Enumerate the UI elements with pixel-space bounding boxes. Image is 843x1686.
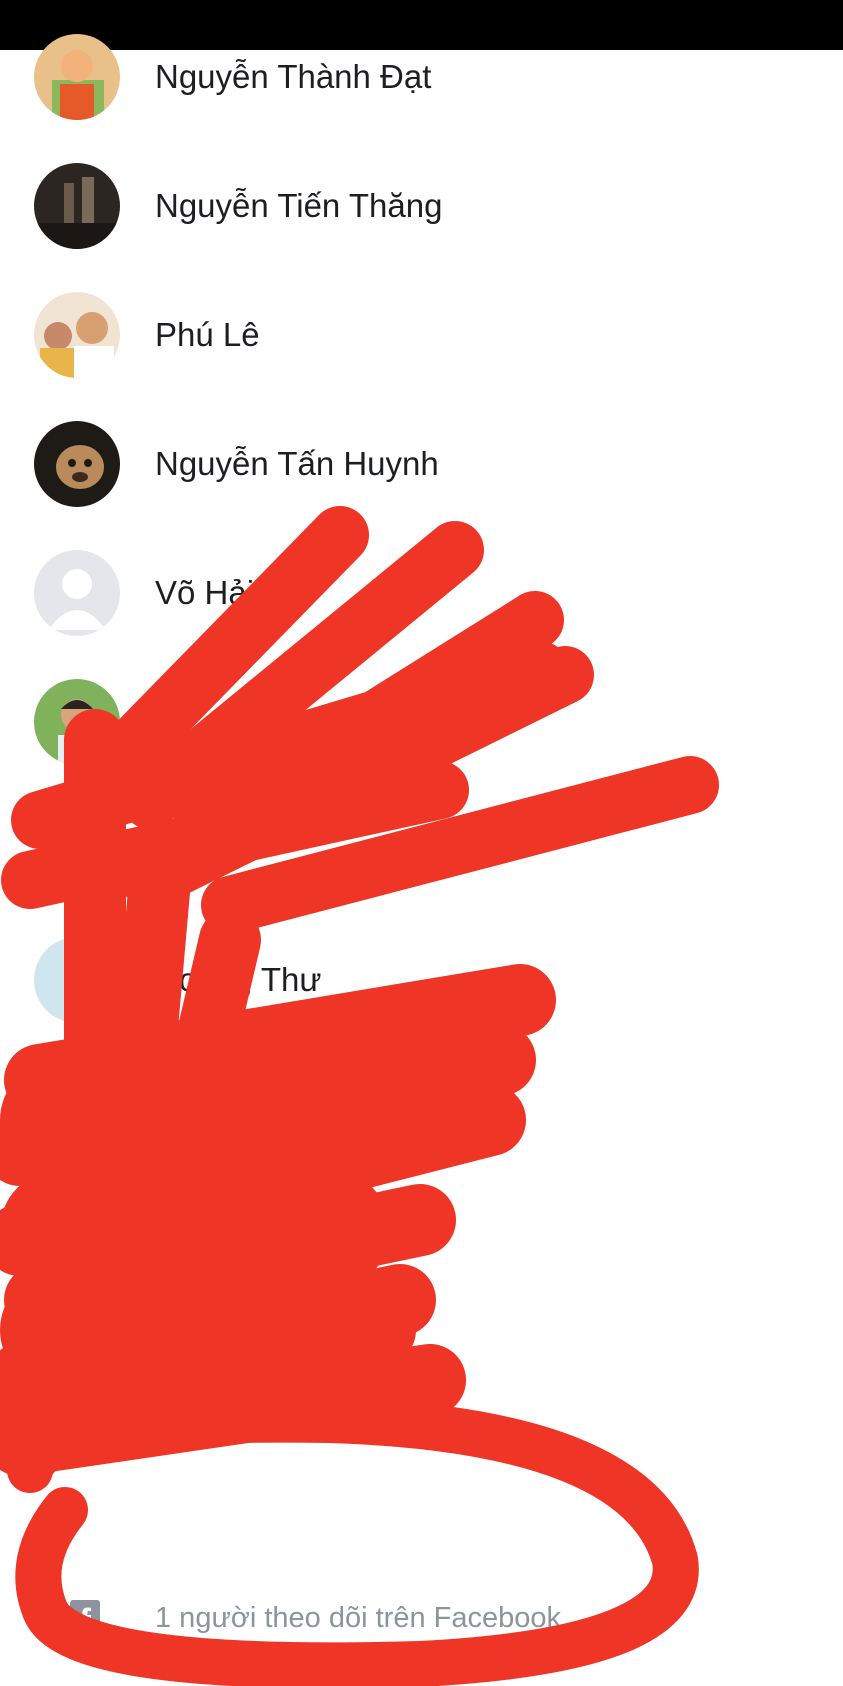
friend-name[interactable]: Võ Hải bbox=[155, 574, 254, 612]
list-item[interactable]: Nguyễn Tiến Thăng bbox=[0, 141, 843, 270]
avatar bbox=[34, 420, 120, 507]
friend-name[interactable]: Nguyễn Tiến Thăng bbox=[155, 187, 442, 225]
list-item[interactable]: Phú Lê bbox=[0, 270, 843, 399]
list-item[interactable] bbox=[0, 786, 843, 915]
avatar bbox=[34, 291, 120, 378]
followers-count-text[interactable]: 1 người theo dõi trên Facebook bbox=[155, 1602, 561, 1635]
friend-name[interactable]: Nguyễn Thành Đạt bbox=[155, 58, 431, 96]
default-avatar bbox=[34, 549, 120, 636]
list-item[interactable]: Nguyễn Thành Đạt bbox=[0, 12, 843, 141]
friend-name[interactable]: Nguyễn Tấn Huynh bbox=[155, 445, 439, 483]
avatar bbox=[34, 678, 120, 765]
friend-name[interactable]: Phú Lê bbox=[155, 316, 260, 354]
list-item[interactable]: Nguyễn Tấn Huynh bbox=[0, 399, 843, 528]
list-item[interactable]: Hoàng Thư bbox=[0, 915, 843, 1044]
avatar bbox=[34, 162, 120, 249]
followers-footer[interactable]: f 1 người theo dõi trên Facebook bbox=[0, 1580, 843, 1660]
list-item[interactable]: Võ Hải bbox=[0, 528, 843, 657]
facebook-icon: f bbox=[70, 1600, 100, 1640]
friend-name[interactable]: Hoàng Thư bbox=[155, 961, 321, 999]
avatar bbox=[34, 33, 120, 120]
avatar bbox=[34, 936, 120, 1023]
list-item[interactable] bbox=[0, 657, 843, 786]
